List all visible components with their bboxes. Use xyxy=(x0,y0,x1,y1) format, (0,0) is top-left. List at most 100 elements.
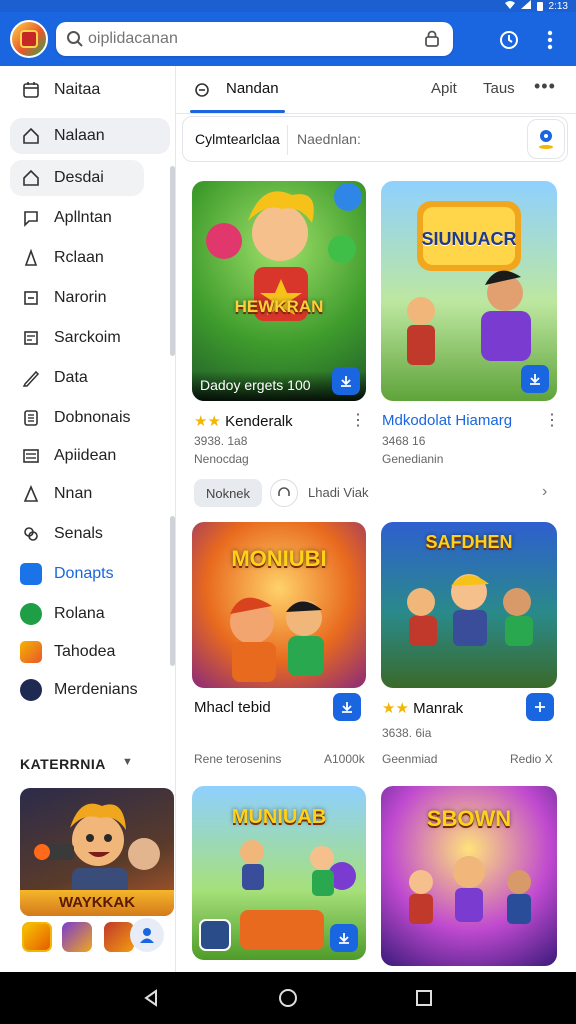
pen-icon xyxy=(20,367,42,389)
battery-icon xyxy=(536,1,543,11)
sidebar-item-apiidean[interactable]: Apiidean xyxy=(10,438,170,474)
sidebar-item-nalaan[interactable]: Nalaan xyxy=(10,118,170,154)
sidebar-scrollbar-lower[interactable] xyxy=(170,516,175,666)
download-button[interactable] xyxy=(526,693,554,721)
sidebar-item-donapts[interactable]: Donapts xyxy=(10,556,170,592)
home-button-icon[interactable] xyxy=(276,986,300,1010)
sidebar-item-label: Desdai xyxy=(54,169,104,186)
game-title[interactable]: Mdkodolat Hiamarg xyxy=(382,412,512,429)
chevron-right-icon[interactable]: › xyxy=(542,483,547,501)
tab-taus[interactable]: Taus xyxy=(483,80,515,97)
person-icon xyxy=(20,247,42,269)
download-button[interactable] xyxy=(330,924,358,952)
category-banner-text: WAYKKAK xyxy=(20,890,174,916)
game-art-title: SAFDHEN xyxy=(425,532,513,552)
chip-secondary[interactable]: Naednlan: xyxy=(297,131,361,147)
mini-app-icon[interactable] xyxy=(22,922,52,952)
history-icon[interactable] xyxy=(497,28,521,52)
game-meta: Genedianin xyxy=(382,452,444,466)
download-button[interactable] xyxy=(521,365,549,393)
recents-icon[interactable] xyxy=(412,986,436,1010)
filter-text[interactable]: Lhadi Viak xyxy=(308,485,368,500)
back-icon[interactable] xyxy=(139,986,163,1010)
location-pin-icon[interactable] xyxy=(527,119,565,159)
sidebar-item-rolana[interactable]: Rolana xyxy=(10,596,170,632)
game-title[interactable]: ★★ Kenderalk xyxy=(194,412,293,430)
chip-active[interactable]: Cylmtearlclaa xyxy=(195,131,280,147)
search-icon xyxy=(66,30,84,53)
app-bar xyxy=(0,12,576,66)
search-input[interactable] xyxy=(88,28,418,50)
category-heading: KATERRNIA xyxy=(20,756,106,772)
home-icon xyxy=(20,125,42,147)
signal-icon xyxy=(520,0,531,12)
sidebar-item-label: Naitaa xyxy=(54,81,101,98)
sidebar-item-rclaan[interactable]: Rclaan xyxy=(10,240,170,276)
game-card-image[interactable]: HEWKRAN Dadoy ergets 100 xyxy=(192,181,366,401)
sidebar-item-label: Dobnonais xyxy=(54,409,131,426)
app-logo[interactable] xyxy=(10,20,48,58)
sidebar-item-sarckoim[interactable]: Sarckoim xyxy=(10,320,170,356)
sidebar-item-data[interactable]: Data xyxy=(10,360,170,396)
active-tab-indicator xyxy=(190,110,285,113)
overflow-menu-icon[interactable]: ⋮ xyxy=(350,410,367,430)
game-card-image[interactable]: MUNIUAB xyxy=(192,786,366,960)
sidebar-item-label: Sarckoim xyxy=(54,329,121,346)
sidebar-item-label: Nnan xyxy=(54,485,93,502)
overflow-menu-icon[interactable]: ⋮ xyxy=(544,410,561,430)
game-title[interactable]: Mhacl tebid xyxy=(194,699,271,716)
download-button[interactable] xyxy=(332,367,360,395)
lock-icon[interactable] xyxy=(423,30,441,53)
sidebar-item-apllntan[interactable]: Apllntan xyxy=(10,200,170,236)
tab-bar: Nandan Apit Taus ••• xyxy=(176,66,576,114)
game-card-image[interactable]: SAFDHEN xyxy=(381,522,557,688)
sidebar-scrollbar[interactable] xyxy=(170,166,175,356)
sidebar-item-label: Data xyxy=(54,369,88,386)
game-art-title: MUNIUAB xyxy=(231,806,327,828)
chip-row: Cylmtearlclaa Naednlan: xyxy=(182,116,568,162)
game-meta: A1000k xyxy=(324,752,365,766)
sidebar-item-label: Nalaan xyxy=(54,127,105,144)
caret-down-icon[interactable]: ▼ xyxy=(122,756,133,768)
sidebar-item-narorin[interactable]: Narorin xyxy=(10,280,170,316)
download-button[interactable] xyxy=(333,693,361,721)
sidebar-item-nnan[interactable]: Nnan xyxy=(10,476,170,512)
game-meta: 3938. 1a8 xyxy=(194,434,248,448)
game-card-image[interactable]: SIUNUACR xyxy=(381,181,557,401)
more-tabs-icon[interactable]: ••• xyxy=(534,76,556,97)
sidebar: Naitaa Nalaan Desdai Apllntan Rclaan Nar… xyxy=(0,66,176,972)
green-app-icon xyxy=(20,603,42,625)
tab-icon xyxy=(194,82,210,103)
filter-pill[interactable]: Noknek xyxy=(194,479,262,507)
sidebar-item-label: Merdenians xyxy=(54,681,138,698)
sidebar-item-tahodea[interactable]: Tahodea xyxy=(10,634,170,670)
tab-nandan[interactable]: Nandan xyxy=(226,80,279,97)
sidebar-item-dobnonais[interactable]: Dobnonais xyxy=(10,400,170,436)
sidebar-item-desdai[interactable]: Desdai xyxy=(10,160,144,196)
sidebar-item-senals[interactable]: Senals xyxy=(10,516,170,552)
chip-divider xyxy=(287,125,288,155)
sidebar-item-label: Rclaan xyxy=(54,249,104,266)
sidebar-item-merdenians[interactable]: Merdenians xyxy=(10,672,170,708)
blue-app-icon xyxy=(20,563,42,585)
search-bar[interactable] xyxy=(56,22,453,56)
game-card-image[interactable]: MONIUBI xyxy=(192,522,366,688)
game-title[interactable]: ★★ Manrak xyxy=(382,699,463,717)
wifi-icon xyxy=(504,0,515,12)
mini-app-icon[interactable] xyxy=(62,922,92,952)
category-banner-image[interactable]: WAYKKAK xyxy=(20,788,174,916)
dark-app-icon xyxy=(20,679,42,701)
tab-apit[interactable]: Apit xyxy=(431,80,457,97)
avatar-button[interactable] xyxy=(130,918,164,952)
overflow-menu-icon[interactable] xyxy=(538,28,562,52)
sidebar-item-label: Apiidean xyxy=(54,447,117,464)
game-meta: 3468 16 xyxy=(382,434,426,448)
status-bar: 2:13 xyxy=(0,0,576,12)
game-meta: Nenocdag xyxy=(194,452,249,466)
game-card-image[interactable]: SBOWN xyxy=(381,786,557,966)
headphones-icon[interactable] xyxy=(270,479,298,507)
sidebar-item-naitaa[interactable]: Naitaa xyxy=(10,72,170,108)
game-meta: Rene terosenins xyxy=(194,752,282,766)
sidebar-item-label: Tahodea xyxy=(54,643,116,660)
clock-text: 2:13 xyxy=(548,0,568,12)
